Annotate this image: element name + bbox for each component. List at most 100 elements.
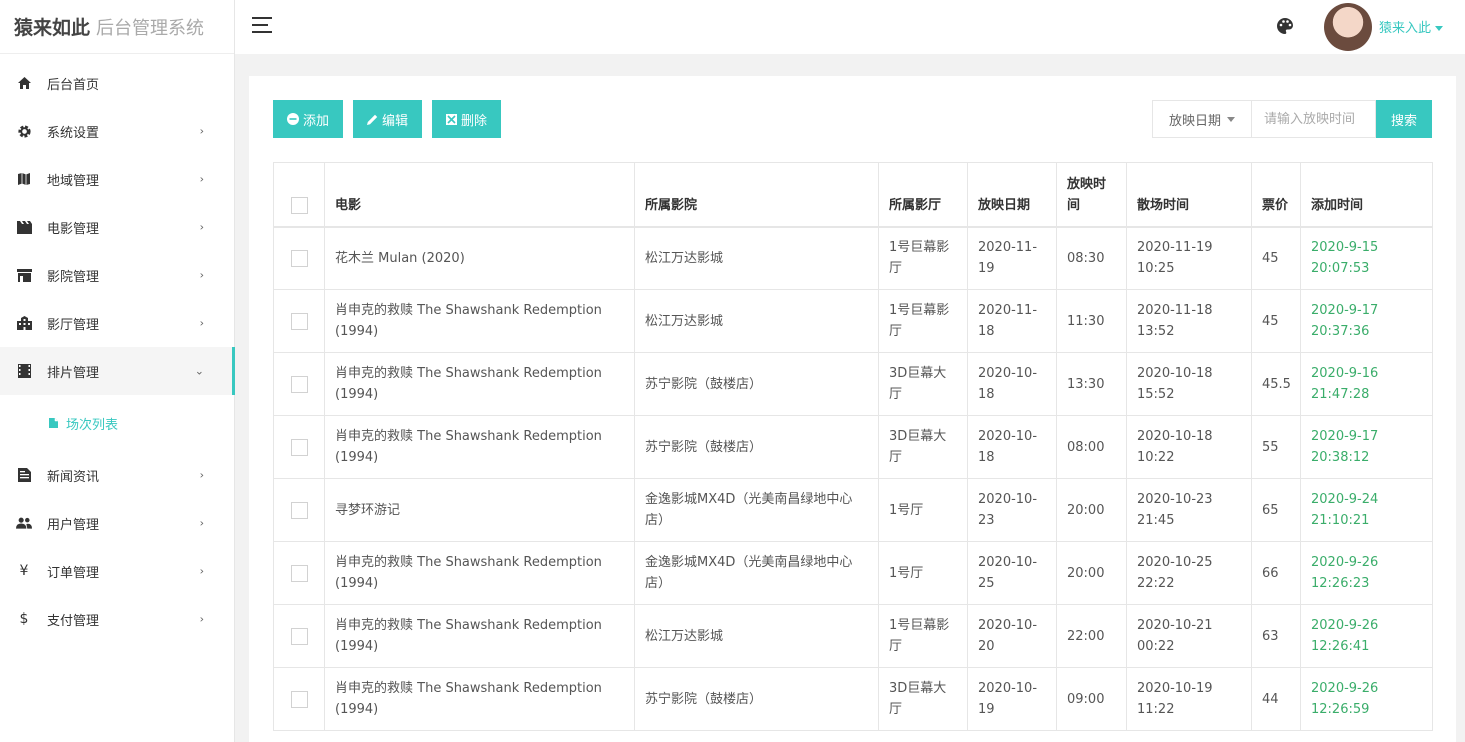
sidebar-item-label: 影院管理 [47,269,100,285]
sidebar-item-label: 后台首页 [47,77,100,93]
price-cell: 63 [1251,604,1301,668]
column-header: 放映日期 [967,162,1057,227]
edit-button[interactable]: 编辑 [353,100,423,138]
pencil-icon [367,114,378,125]
column-header: 散场时间 [1126,162,1252,227]
top-header: 猿来入此 [235,0,1465,54]
chevron-right-icon: › [199,172,204,186]
row-checkbox[interactable] [290,627,308,645]
delete-button[interactable]: 删除 [432,100,502,138]
table-row[interactable]: 肖申克的救赎 The Shawshank Redemption (1994) 苏宁… [273,352,1433,416]
row-select-cell [273,541,325,605]
schedule-icon [16,363,32,379]
hall-cell: 1号厅 [878,478,968,542]
table-row[interactable]: 肖申克的救赎 The Shawshank Redemption (1994) 松江… [273,289,1433,353]
chevron-right-icon: › [199,124,204,138]
show-time-cell: 08:30 [1056,226,1127,290]
sidebar-item-region[interactable]: 地域管理 › [0,155,234,203]
users-icon [16,515,32,531]
table-row[interactable]: 肖申克的救赎 The Shawshank Redemption (1994) 松江… [273,604,1433,668]
sidebar-item-label: 影厅管理 [47,317,100,333]
sidebar-item-users[interactable]: 用户管理 › [0,499,234,547]
movie-cell: 肖申克的救赎 The Shawshank Redemption (1994) [324,541,635,605]
table-row[interactable]: 花木兰 Mulan (2020) 松江万达影城 1号巨幕影厅 2020-11-19 08… [273,226,1433,290]
price-cell: 55 [1251,415,1301,479]
movie-cell: 肖申克的救赎 The Shawshank Redemption (1994) [324,415,635,479]
end-time-cell: 2020-10-18 15:52 [1126,352,1252,416]
row-checkbox[interactable] [290,312,308,330]
table-row[interactable]: 寻梦环游记 金逸影城MX4D（光美南昌绿地中心店） 1号厅 2020-10-23 20:… [273,478,1433,542]
sidebar-item-movies[interactable]: 电影管理 › [0,203,234,251]
sidebar-item-halls[interactable]: 影厅管理 › [0,299,234,347]
movie-cell: 肖申克的救赎 The Shawshank Redemption (1994) [324,352,635,416]
show-time-cell: 20:00 [1056,541,1127,605]
show-time-cell: 09:00 [1056,667,1127,731]
table-row[interactable]: 肖申克的救赎 The Shawshank Redemption (1994) 金逸… [273,541,1433,605]
sidebar-item-label: 电影管理 [47,221,100,237]
action-toolbar: 添加 编辑 删除 [273,100,502,138]
column-header: 所属影院 [634,162,879,227]
delete-icon [446,113,458,125]
sidebar-item-schedule[interactable]: 排片管理 ⌄ [0,347,235,395]
sidebar-menu: 后台首页 系统设置 › 地域管理 › 电影管理 › 影院管理 › 影厅管理 › [0,54,235,643]
row-checkbox[interactable] [290,564,308,582]
chevron-right-icon: › [199,268,204,282]
app-subtitle: 后台管理系统 [96,17,205,39]
logo[interactable]: 猿来如此 后台管理系统 [0,0,234,54]
select-all-cell [273,162,325,227]
palette-icon[interactable] [1275,16,1297,38]
sidebar-subitem-session-list[interactable]: 场次列表 [0,395,234,451]
table-row[interactable]: 肖申克的救赎 The Shawshank Redemption (1994) 苏宁… [273,667,1433,731]
row-select-cell [273,352,325,416]
hall-cell: 3D巨幕大厅 [878,667,968,731]
row-checkbox[interactable] [290,375,308,393]
added-time-cell: 2020-9-16 21:47:28 [1300,352,1433,416]
sidebar-item-cinemas[interactable]: 影院管理 › [0,251,234,299]
search-input[interactable] [1251,100,1376,138]
avatar[interactable] [1324,3,1372,51]
added-time-cell: 2020-9-24 21:10:21 [1300,478,1433,542]
row-select-cell [273,289,325,353]
add-button[interactable]: 添加 [273,100,344,138]
sidebar-item-news[interactable]: 新闻资讯 › [0,451,234,499]
sidebar-item-payment[interactable]: $ 支付管理 › [0,595,234,643]
chevron-right-icon: › [199,468,204,482]
price-cell: 44 [1251,667,1301,731]
plus-circle-icon [287,113,299,125]
show-time-cell: 08:00 [1056,415,1127,479]
sidebar-item-settings[interactable]: 系统设置 › [0,107,234,155]
cinema-cell: 金逸影城MX4D（光美南昌绿地中心店） [634,478,879,542]
chevron-right-icon: › [199,516,204,530]
row-checkbox[interactable] [290,501,308,519]
row-select-cell [273,667,325,731]
home-icon [16,75,32,91]
end-time-cell: 2020-10-23 21:45 [1126,478,1252,542]
table-body: 花木兰 Mulan (2020) 松江万达影城 1号巨幕影厅 2020-11-19 08… [273,226,1433,731]
cinema-cell: 苏宁影院（鼓楼店） [634,415,879,479]
search-field-select[interactable]: 放映日期 [1152,100,1251,138]
movie-cell: 花木兰 Mulan (2020) [324,226,635,290]
row-checkbox[interactable] [290,438,308,456]
sidebar-item-home[interactable]: 后台首页 [0,59,234,107]
select-all-checkbox[interactable] [290,196,308,214]
sidebar: 猿来如此 后台管理系统 后台首页 系统设置 › 地域管理 › 电影管理 › 影院… [0,0,235,742]
price-cell: 45.5 [1251,352,1301,416]
column-header: 所属影厅 [878,162,968,227]
sidebar-item-label: 地域管理 [47,173,100,189]
table-row[interactable]: 肖申克的救赎 The Shawshank Redemption (1994) 苏宁… [273,415,1433,479]
sidebar-item-orders[interactable]: ¥ 订单管理 › [0,547,234,595]
menu-toggle-icon[interactable] [252,17,272,35]
row-select-cell [273,478,325,542]
cinema-icon [16,267,32,283]
user-menu[interactable]: 猿来入此 [1379,17,1443,36]
sidebar-item-label: 排片管理 [47,365,100,381]
search-button[interactable]: 搜索 [1376,100,1432,138]
column-header: 添加时间 [1300,162,1433,227]
cinema-cell: 苏宁影院（鼓楼店） [634,352,879,416]
chevron-down-icon: ⌄ [194,364,204,378]
dollar-icon: $ [19,611,29,627]
row-checkbox[interactable] [290,690,308,708]
caret-down-icon [1435,26,1443,31]
row-checkbox[interactable] [290,249,308,267]
row-select-cell [273,604,325,668]
